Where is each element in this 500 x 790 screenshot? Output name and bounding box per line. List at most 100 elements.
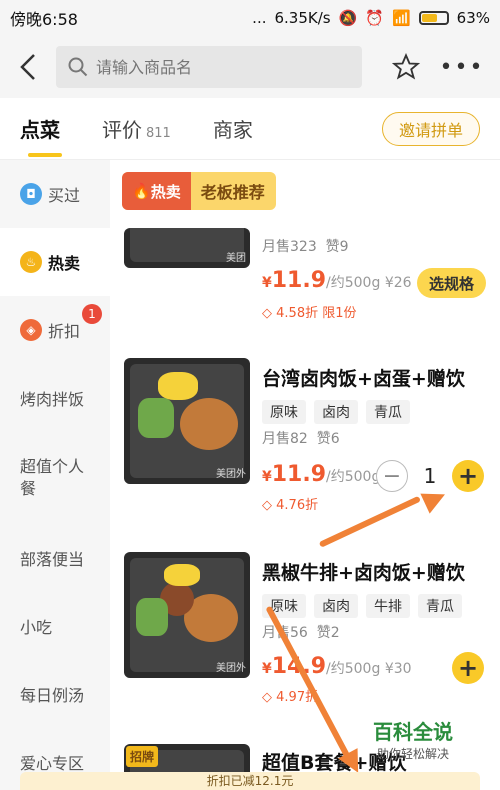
tab-bar: 点菜 评价 811 商家 邀请拼单 — [0, 98, 500, 160]
sidebar-item-bento[interactable]: 部落便当 — [0, 524, 110, 592]
sidebar-item-bbq[interactable]: 烤肉拌饭 — [0, 364, 110, 432]
price-weight: /约500g — [326, 275, 381, 291]
likes-count: 赞2 — [316, 625, 340, 641]
sales-count: 月售82 — [262, 431, 308, 447]
search-box[interactable] — [56, 46, 362, 88]
more-button[interactable]: ••• — [434, 55, 490, 80]
dish-tag: 卤肉 — [314, 594, 358, 618]
dish-sales: 月售82 赞6 — [262, 428, 340, 448]
battery-text: 63% — [456, 9, 490, 27]
watermark-title: 百科全说 — [373, 720, 453, 744]
price-value: 11.9 — [271, 462, 327, 487]
discount-rate: 4.58折 — [276, 306, 319, 321]
add-to-cart-button[interactable]: + — [452, 460, 484, 492]
dish-price: ¥11.9/约500g — [262, 462, 380, 487]
dish-discount: ◇ 4.76折 — [262, 498, 319, 513]
dish-tags: 原味 卤肉 牛排 青瓜 — [262, 594, 462, 618]
price-currency: ¥ — [262, 469, 272, 485]
site-watermark: 百科全说 助你轻松解决 — [358, 716, 468, 762]
tab-label: 商家 — [212, 118, 253, 142]
image-watermark: 美团外 — [216, 663, 246, 674]
dish-cucumber — [138, 398, 174, 438]
menu-content: 美团 月售323 赞9 ¥11.9/约500g ¥26 选规格 ◇ 4.58折 … — [110, 160, 500, 790]
tab-order[interactable]: 点菜 — [20, 114, 62, 157]
dish-name: 黑椒牛排+卤肉饭+赠饮 — [262, 562, 465, 584]
purchase-limit: 限1份 — [322, 306, 357, 321]
dish-corn — [158, 372, 198, 400]
add-to-cart-button[interactable]: + — [452, 652, 484, 684]
back-button[interactable] — [0, 36, 56, 98]
sidebar-item-label: 部落便当 — [20, 550, 85, 569]
sidebar-item-label: 爱心专区 — [20, 754, 85, 773]
signature-badge: 招牌 — [126, 746, 159, 767]
dish-corn — [164, 564, 200, 586]
dish-tag: 原味 — [262, 400, 306, 424]
favorite-button[interactable] — [378, 53, 434, 81]
original-price: ¥30 — [384, 661, 412, 677]
discount-badge: 1 — [82, 304, 102, 324]
battery-fill — [421, 14, 437, 22]
status-time: 傍晚6:58 — [10, 10, 78, 29]
dish-discount: ◇ 4.58折 限1份 — [262, 306, 357, 321]
image-watermark: 美团 — [226, 253, 246, 264]
decrease-quantity-button[interactable]: − — [376, 460, 408, 492]
dish-tag: 青瓜 — [366, 400, 410, 424]
dish-sales: 月售323 赞9 — [262, 236, 349, 256]
flame-icon: ♨ — [20, 251, 42, 273]
more-dots: ... — [252, 9, 267, 27]
search-icon — [68, 57, 88, 77]
sidebar-item-value-meal[interactable]: 超值个人餐 — [0, 432, 110, 524]
dish-price: ¥14.9/约500g ¥30 — [262, 654, 412, 679]
dish-image[interactable]: 美团外 — [124, 552, 250, 678]
sidebar-item-label: 每日例汤 — [20, 686, 85, 705]
more-icon: ••• — [439, 54, 485, 80]
sidebar-item-label: 热卖 — [48, 254, 81, 273]
select-spec-button[interactable]: 选规格 — [416, 268, 486, 298]
mute-icon: 🔕 — [338, 9, 358, 27]
search-input[interactable] — [96, 57, 336, 77]
star-icon — [392, 53, 420, 80]
price-weight: /约500g — [326, 469, 381, 485]
sidebar-item-label: 超值个人餐 — [20, 457, 85, 498]
sidebar-item-snacks[interactable]: 小吃 — [0, 592, 110, 660]
price-weight: /约500g — [326, 661, 381, 677]
dish-image[interactable]: 美团 — [124, 228, 250, 268]
likes-count: 赞9 — [325, 239, 349, 255]
invite-group-button[interactable]: 邀请拼单 — [381, 112, 480, 146]
dish-tag: 青瓜 — [418, 594, 462, 618]
dish-name: 台湾卤肉饭+卤蛋+赠饮 — [262, 368, 465, 390]
dish-tag: 牛排 — [366, 594, 410, 618]
image-watermark: 美团外 — [216, 469, 246, 480]
section-title: 老板推荐 — [200, 183, 265, 202]
sidebar-item-soup[interactable]: 每日例汤 — [0, 660, 110, 728]
bag-icon: ◘ — [20, 183, 42, 205]
hot-text: 热卖 — [150, 182, 181, 201]
dish-cucumber — [136, 598, 168, 636]
review-count: 811 — [146, 126, 171, 141]
dish-tag: 卤肉 — [314, 400, 358, 424]
sidebar-item-discount[interactable]: ◈ 折扣 1 — [0, 296, 110, 364]
sidebar-item-bought[interactable]: ◘ 买过 — [0, 160, 110, 228]
tab-label: 点菜 — [20, 118, 60, 142]
sidebar-item-label: 折扣 — [48, 322, 81, 341]
tab-merchant[interactable]: 商家 — [213, 114, 253, 143]
sales-count: 月售323 — [262, 239, 317, 255]
dish-image[interactable]: 美团外 — [124, 358, 250, 484]
section-tag: 🔥 热卖 老板推荐 — [122, 172, 276, 210]
discount-icon: ◈ — [20, 319, 42, 341]
signal-icon: 📶 — [391, 9, 411, 27]
status-bar: 傍晚6:58 ... 6.35K/s 🔕 ⏰ 📶 63% — [0, 0, 500, 36]
battery-icon — [418, 11, 449, 25]
discount-rate: 4.76折 — [276, 498, 319, 513]
sidebar-item-label: 小吃 — [20, 618, 53, 637]
likes-count: 赞6 — [316, 431, 340, 447]
alarm-icon: ⏰ — [365, 9, 384, 27]
watermark-subtitle: 助你轻松解决 — [376, 747, 449, 761]
category-sidebar: ◘ 买过 ♨ 热卖 ◈ 折扣 1 烤肉拌饭 超值个人餐 部落便当 小吃 每日例汤… — [0, 160, 110, 790]
back-arrow-icon — [20, 54, 35, 80]
discount-summary-bar: 折扣已减12.1元 — [20, 772, 480, 790]
tab-reviews[interactable]: 评价 811 — [102, 114, 171, 143]
dish-tags: 原味 卤肉 青瓜 — [262, 400, 410, 424]
sidebar-item-hot[interactable]: ♨ 热卖 — [0, 228, 110, 296]
sidebar-item-label: 买过 — [48, 186, 81, 205]
